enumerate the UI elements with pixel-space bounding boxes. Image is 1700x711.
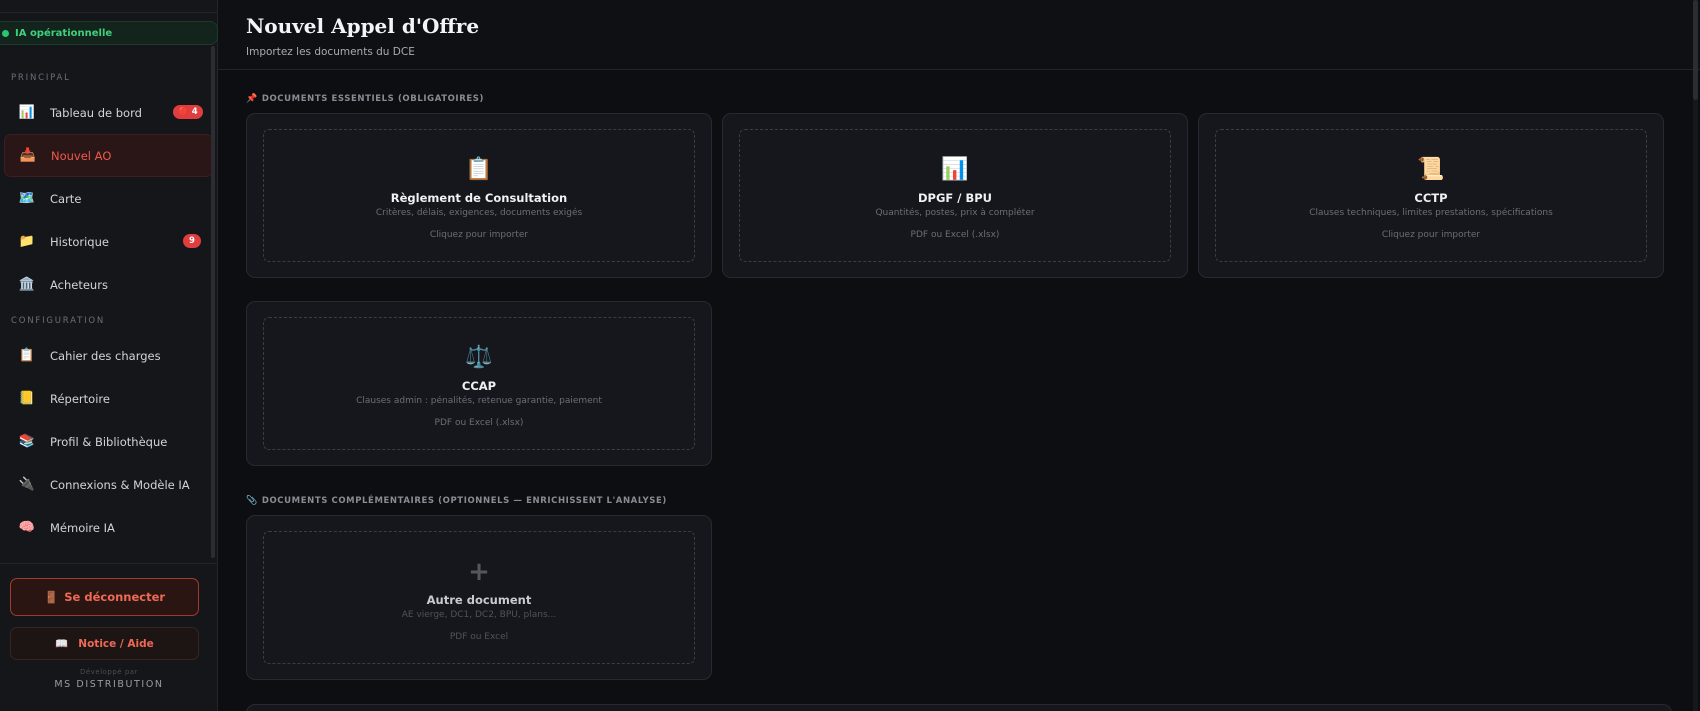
section-label-principal: PRINCIPAL	[11, 73, 71, 83]
paperclip-icon: 📎	[246, 496, 258, 506]
books-icon: 📚	[18, 434, 36, 449]
sidebar-item-historique[interactable]: 📁 Historique 9	[4, 220, 213, 263]
scrollbar-thumb[interactable]	[1693, 0, 1698, 100]
sidebar-item-label: Tableau de bord	[50, 105, 142, 120]
developed-by-label: Développé par	[80, 668, 138, 676]
section-label-configuration: CONFIGURATION	[11, 316, 106, 326]
sidebar-item-tableau-de-bord[interactable]: 📊 Tableau de bord 🔴 4	[4, 91, 213, 134]
card-hint: PDF ou Excel (.xlsx)	[910, 230, 1000, 240]
upload-area: 📌 DOCUMENTS ESSENTIELS (OBLIGATOIRES) 📋 …	[218, 70, 1700, 680]
essential-cards-row: 📋 Règlement de Consultation Critères, dé…	[246, 113, 1672, 278]
logout-label: Se déconnecter	[64, 590, 166, 604]
sidebar-item-label: Nouvel AO	[51, 148, 112, 163]
sidebar-top-divider	[0, 0, 217, 13]
logout-button[interactable]: 🚪 Se déconnecter	[10, 578, 199, 616]
card-description: Quantités, postes, prix à compléter	[875, 208, 1035, 218]
help-button[interactable]: 📖 Notice / Aide	[10, 627, 199, 660]
sidebar-item-memoire-ia[interactable]: 🧠 Mémoire IA	[4, 506, 213, 549]
dropzone[interactable]: 📊 DPGF / BPU Quantités, postes, prix à c…	[739, 129, 1171, 262]
card-title: CCTP	[1414, 191, 1448, 205]
sidebar-item-label: Carte	[50, 191, 82, 206]
sidebar: IA opérationnelle PRINCIPAL 📊 Tableau de…	[0, 0, 218, 711]
sidebar-item-connexions-modele-ia[interactable]: 🔌 Connexions & Modèle IA	[4, 463, 213, 506]
brain-icon: 🧠	[18, 520, 36, 535]
section-title: DOCUMENTS ESSENTIELS (OBLIGATOIRES)	[261, 94, 484, 104]
sidebar-item-acheteurs[interactable]: 🏛️ Acheteurs	[4, 263, 213, 306]
sidebar-item-cahier-des-charges[interactable]: 📋 Cahier des charges	[4, 334, 213, 377]
count-badge: 9	[183, 234, 201, 248]
card-hint: Cliquez pour importer	[1381, 230, 1481, 240]
bar-chart-icon: 📊	[941, 157, 969, 182]
complementary-cards-row: + Autre document AE vierge, DC1, DC2, BP…	[246, 515, 1672, 680]
sidebar-item-carte[interactable]: 🗺️ Carte	[4, 177, 213, 220]
map-icon: 🗺️	[18, 191, 36, 206]
inbox-tray-icon: 📥	[19, 148, 37, 163]
card-hint: Cliquez pour importer	[429, 230, 529, 240]
ai-status-indicator: IA opérationnelle	[0, 21, 218, 45]
page-title: Nouvel Appel d'Offre	[246, 14, 480, 38]
sidebar-item-label: Historique	[50, 234, 109, 249]
sidebar-item-label: Mémoire IA	[50, 520, 115, 535]
card-description: Critères, délais, exigences, documents e…	[375, 208, 583, 218]
plus-icon: +	[468, 557, 490, 587]
ai-status-text: IA opérationnelle	[15, 27, 113, 39]
status-dot-icon	[2, 29, 9, 37]
sidebar-item-label: Cahier des charges	[50, 348, 161, 363]
sidebar-item-label: Profil & Bibliothèque	[50, 434, 168, 449]
scroll-icon: 📜	[1417, 157, 1445, 182]
section-title: DOCUMENTS COMPLÉMENTAIRES (OPTIONNELS — …	[261, 496, 667, 506]
card-hint: PDF ou Excel (.xlsx)	[434, 418, 524, 428]
help-label: Notice / Aide	[78, 637, 154, 650]
open-book-icon: 📖	[55, 638, 69, 650]
dropzone[interactable]: 📋 Règlement de Consultation Critères, dé…	[263, 129, 695, 262]
card-title: Règlement de Consultation	[390, 191, 568, 205]
bank-icon: 🏛️	[18, 277, 36, 292]
next-section-card	[246, 704, 1672, 711]
company-name: MS DISTRIBUTION	[54, 679, 164, 690]
sidebar-item-label: Répertoire	[50, 391, 110, 406]
sidebar-item-nouvel-ao[interactable]: 📥 Nouvel AO	[4, 134, 213, 177]
upload-card-dpgf-bpu[interactable]: 📊 DPGF / BPU Quantités, postes, prix à c…	[722, 113, 1188, 278]
essential-documents-heading: 📌 DOCUMENTS ESSENTIELS (OBLIGATOIRES)	[246, 94, 1672, 104]
card-hint: PDF ou Excel	[449, 632, 509, 642]
clipboard-icon: 📋	[465, 157, 493, 182]
bar-chart-icon: 📊	[18, 105, 36, 120]
folder-icon: 📁	[18, 234, 36, 249]
card-title: DPGF / BPU	[917, 191, 992, 205]
essential-cards-row-2: ⚖️ CCAP Clauses admin : pénalités, reten…	[246, 301, 1672, 466]
upload-card-cctp[interactable]: 📜 CCTP Clauses techniques, limites prest…	[1198, 113, 1664, 278]
card-description: AE vierge, DC1, DC2, BPU, plans...	[401, 610, 557, 620]
dropzone[interactable]: ⚖️ CCAP Clauses admin : pénalités, reten…	[263, 317, 695, 450]
main-content: Nouvel Appel d'Offre Importez les docume…	[218, 0, 1700, 711]
page-header: Nouvel Appel d'Offre Importez les docume…	[218, 0, 1700, 70]
sidebar-item-repertoire[interactable]: 📒 Répertoire	[4, 377, 213, 420]
door-icon: 🚪	[43, 590, 59, 604]
sidebar-scrollbar[interactable]	[211, 46, 215, 558]
card-description: Clauses techniques, limites prestations,…	[1309, 208, 1553, 218]
upload-card-ccap[interactable]: ⚖️ CCAP Clauses admin : pénalités, reten…	[246, 301, 712, 466]
clipboard-icon: 📋	[18, 348, 36, 363]
card-description: Clauses admin : pénalités, retenue garan…	[356, 396, 602, 406]
sidebar-item-profil-bibliotheque[interactable]: 📚 Profil & Bibliothèque	[4, 420, 213, 463]
upload-card-reglement-consultation[interactable]: 📋 Règlement de Consultation Critères, dé…	[246, 113, 712, 278]
sidebar-footer: 🚪 Se déconnecter 📖 Notice / Aide Dévelop…	[0, 563, 218, 711]
main-scrollbar[interactable]	[1693, 0, 1698, 711]
notebook-icon: 📒	[18, 391, 36, 406]
complementary-documents-heading: 📎 DOCUMENTS COMPLÉMENTAIRES (OPTIONNELS …	[246, 496, 1672, 506]
card-title: Autre document	[426, 593, 532, 607]
pushpin-icon: 📌	[246, 94, 258, 104]
card-title: CCAP	[461, 379, 497, 393]
scales-icon: ⚖️	[465, 345, 493, 370]
sidebar-item-label: Acheteurs	[50, 277, 108, 292]
app-root: IA opérationnelle PRINCIPAL 📊 Tableau de…	[0, 0, 1700, 711]
notification-badge: 🔴 4	[173, 105, 203, 119]
plug-icon: 🔌	[18, 477, 36, 492]
upload-card-autre-document[interactable]: + Autre document AE vierge, DC1, DC2, BP…	[246, 515, 712, 680]
dropzone[interactable]: 📜 CCTP Clauses techniques, limites prest…	[1215, 129, 1647, 262]
page-subtitle: Importez les documents du DCE	[246, 46, 415, 58]
dropzone[interactable]: + Autre document AE vierge, DC1, DC2, BP…	[263, 531, 695, 664]
sidebar-item-label: Connexions & Modèle IA	[50, 477, 190, 492]
